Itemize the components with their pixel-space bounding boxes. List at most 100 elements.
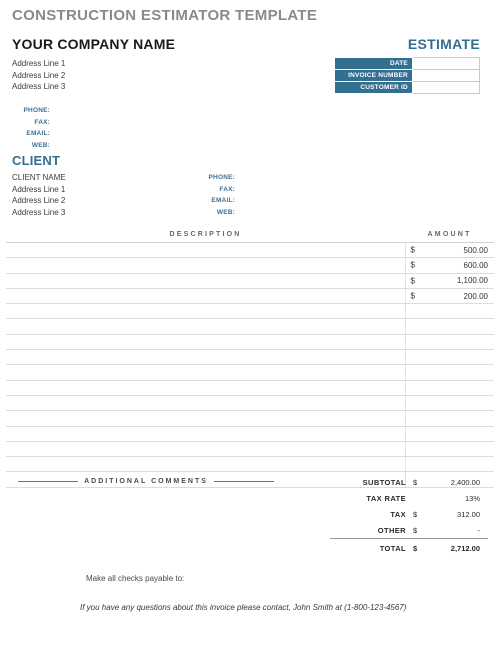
totals-currency-symbol — [413, 490, 425, 506]
table-row — [6, 349, 494, 366]
line-item-amount[interactable]: $500.00 — [405, 242, 494, 259]
line-item-description[interactable] — [6, 318, 406, 335]
totals-currency-symbol: $ — [413, 509, 418, 519]
line-item-amount[interactable] — [405, 303, 494, 320]
totals-value[interactable]: 312.00 — [425, 506, 488, 522]
amount-value: 500.00 — [463, 245, 488, 255]
client-contact-labels: PHONE: FAX: EMAIL: WEB: — [170, 172, 235, 218]
company-fax-label: FAX: — [34, 118, 50, 126]
totals-label: OTHER — [377, 525, 406, 535]
client-phone-label: PHONE: — [208, 174, 235, 181]
company-phone-label: PHONE: — [23, 107, 50, 114]
line-item-description[interactable] — [6, 288, 406, 305]
line-item-description[interactable] — [6, 380, 406, 396]
line-item-description[interactable] — [6, 364, 406, 381]
line-item-description[interactable] — [6, 334, 406, 351]
table-row — [6, 410, 494, 427]
meta-row-invoice-number: INVOICE NUMBER — [334, 69, 481, 82]
totals-currency-symbol: $ — [413, 525, 418, 535]
amount-column-header: AMOUNT — [405, 231, 494, 243]
line-items-table: DESCRIPTION AMOUNT $500.00 $600.00 $1,100.… — [6, 231, 494, 488]
company-address-line[interactable]: Address Line 3 — [12, 81, 192, 93]
additional-comments-label: ADDITIONAL COMMENTS — [84, 478, 208, 485]
totals-currency-symbol: $ — [413, 538, 425, 557]
amount-value: 600.00 — [463, 260, 488, 270]
line-item-amount[interactable] — [405, 380, 494, 396]
make-checks-payable-text: Make all checks payable to: — [86, 574, 185, 583]
line-item-amount[interactable]: $600.00 — [405, 257, 494, 274]
invoice-number-label: INVOICE NUMBER — [334, 69, 413, 82]
currency-symbol: $ — [410, 276, 415, 286]
line-item-description[interactable] — [6, 273, 406, 289]
client-fax-label: FAX: — [219, 185, 235, 193]
line-item-amount[interactable] — [405, 395, 494, 412]
line-item-amount[interactable] — [405, 364, 494, 381]
totals-value[interactable]: 13% — [425, 490, 488, 506]
table-row: $500.00 — [6, 242, 494, 259]
totals-label: TOTAL — [330, 538, 413, 557]
table-row — [6, 395, 494, 412]
totals-value[interactable]: 2,712.00 — [425, 538, 488, 557]
date-field[interactable] — [411, 57, 481, 70]
company-address-line[interactable]: Address Line 2 — [12, 70, 192, 82]
totals-row: TAX $312.00 — [330, 506, 488, 522]
totals-value[interactable]: 2,400.00 — [425, 474, 488, 490]
customer-id-field[interactable] — [411, 81, 481, 94]
table-row — [6, 364, 494, 381]
line-item-amount[interactable] — [405, 456, 494, 473]
amount-value: 200.00 — [463, 291, 488, 301]
invoice-number-field[interactable] — [411, 69, 481, 82]
line-items-header-row: DESCRIPTION AMOUNT — [6, 231, 494, 243]
line-item-description[interactable] — [6, 456, 406, 473]
estimate-document: CONSTRUCTION ESTIMATOR TEMPLATE YOUR COM… — [0, 0, 500, 649]
estimate-meta-table: DATE INVOICE NUMBER CUSTOMER ID — [334, 57, 481, 94]
totals-row-total: TOTAL $2,712.00 — [330, 538, 488, 557]
currency-symbol: $ — [410, 291, 415, 301]
line-item-amount[interactable]: $1,100.00 — [405, 273, 494, 289]
divider-rule-left — [18, 481, 79, 482]
totals-label: SUBTOTAL — [362, 477, 406, 487]
currency-symbol: $ — [410, 245, 415, 255]
totals-body: SUBTOTAL $2,400.00 TAX RATE 13% TAX $312.00 OT… — [330, 474, 488, 557]
line-item-amount[interactable] — [405, 441, 494, 458]
table-row: $600.00 — [6, 257, 494, 274]
contact-questions-text: If you have any questions about this inv… — [80, 603, 407, 612]
line-item-amount[interactable] — [405, 426, 494, 442]
client-email-label: EMAIL: — [211, 197, 235, 204]
customer-id-label: CUSTOMER ID — [334, 81, 413, 94]
client-web-label: WEB: — [216, 208, 235, 216]
line-item-description[interactable] — [6, 349, 406, 366]
amount-value: 1,100.00 — [456, 276, 488, 286]
totals-row: SUBTOTAL $2,400.00 — [330, 474, 488, 490]
totals-label: TAX — [390, 509, 406, 519]
additional-comments-divider: ADDITIONAL COMMENTS — [18, 478, 274, 485]
line-item-amount[interactable] — [405, 334, 494, 351]
company-name[interactable]: YOUR COMPANY NAME — [12, 36, 175, 52]
table-row — [6, 380, 494, 396]
company-email-label: EMAIL: — [26, 130, 50, 137]
line-item-description[interactable] — [6, 303, 406, 320]
table-row — [6, 426, 494, 442]
table-row — [6, 334, 494, 351]
totals-currency-symbol: $ — [413, 477, 418, 487]
totals-value[interactable]: - — [425, 522, 488, 539]
table-row — [6, 441, 494, 458]
line-item-description[interactable] — [6, 426, 406, 442]
line-item-description[interactable] — [6, 441, 406, 458]
company-address-line[interactable]: Address Line 1 — [12, 58, 192, 70]
line-item-description[interactable] — [6, 410, 406, 427]
description-column-header: DESCRIPTION — [6, 231, 405, 243]
date-label: DATE — [334, 57, 413, 70]
totals-row: OTHER $ - — [330, 522, 488, 539]
line-item-amount[interactable]: $200.00 — [405, 288, 494, 305]
page-title: CONSTRUCTION ESTIMATOR TEMPLATE — [12, 7, 318, 24]
line-item-description[interactable] — [6, 257, 406, 274]
line-item-description[interactable] — [6, 395, 406, 412]
line-item-amount[interactable] — [405, 349, 494, 366]
totals-label: TAX RATE — [366, 493, 406, 503]
line-item-amount[interactable] — [405, 318, 494, 335]
line-item-amount[interactable] — [405, 410, 494, 427]
company-address: Address Line 1 Address Line 2 Address Li… — [12, 58, 192, 93]
line-item-description[interactable] — [6, 242, 406, 259]
totals-table: SUBTOTAL $2,400.00 TAX RATE 13% TAX $312.00 OT… — [330, 474, 488, 557]
